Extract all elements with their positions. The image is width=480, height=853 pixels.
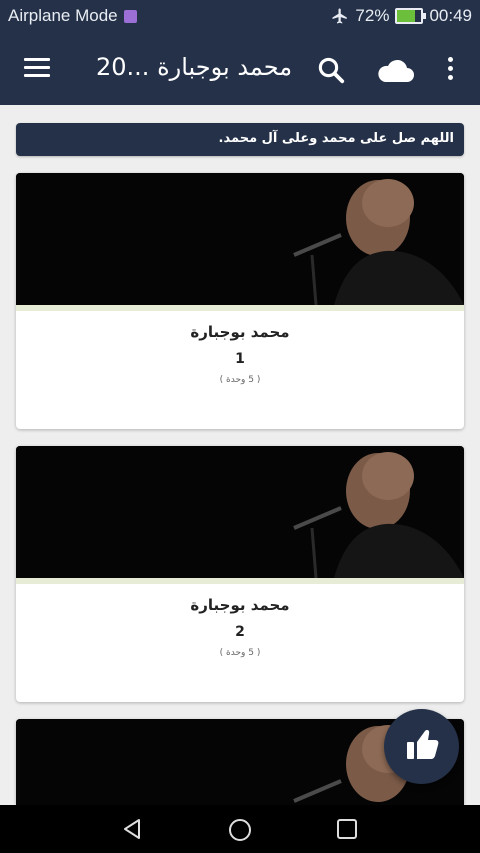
more-vert-icon[interactable] — [440, 53, 460, 85]
battery-icon — [395, 8, 427, 24]
search-icon[interactable] — [316, 55, 346, 85]
card-title: محمد بوجبارة — [190, 323, 290, 341]
menu-icon[interactable] — [20, 53, 54, 83]
salawat-banner: اللهم صل على محمد وعلى آل محمد. — [16, 123, 464, 156]
thumbs-up-icon — [407, 730, 439, 759]
airplane-icon — [332, 8, 348, 24]
status-bar: Airplane Mode 72% 00:49 — [0, 0, 480, 33]
clock: 00:49 — [429, 6, 472, 25]
app-title: محمد بوجبارة ...20 — [96, 53, 293, 81]
back-icon[interactable] — [120, 817, 144, 841]
card-number: 1 — [235, 351, 245, 367]
cloud-icon[interactable] — [376, 57, 414, 83]
card-number: 2 — [235, 624, 245, 640]
like-fab[interactable] — [384, 709, 459, 784]
home-icon[interactable] — [227, 817, 253, 843]
card-stripe — [16, 305, 464, 311]
card-stripe — [16, 578, 464, 584]
system-nav-bar — [0, 805, 480, 853]
album-thumbnail — [16, 446, 464, 578]
battery-percent: 72% — [355, 6, 390, 25]
battery-fill — [397, 10, 415, 22]
card-count: ( 5 وحدة ) — [219, 375, 261, 385]
card-count: ( 5 وحدة ) — [219, 648, 261, 658]
banner-text: اللهم صل على محمد وعلى آل محمد. — [218, 131, 454, 146]
album-card-2[interactable]: محمد بوجبارة 2 ( 5 وحدة ) — [16, 446, 464, 702]
app-bar: محمد بوجبارة ...20 — [0, 33, 480, 105]
airplane-mode-label: Airplane Mode — [8, 6, 118, 25]
album-card-1[interactable]: محمد بوجبارة 1 ( 5 وحدة ) — [16, 173, 464, 429]
card-title: محمد بوجبارة — [190, 596, 290, 614]
album-thumbnail — [16, 173, 464, 305]
message-icon — [123, 9, 137, 23]
recent-apps-icon[interactable] — [336, 818, 358, 840]
